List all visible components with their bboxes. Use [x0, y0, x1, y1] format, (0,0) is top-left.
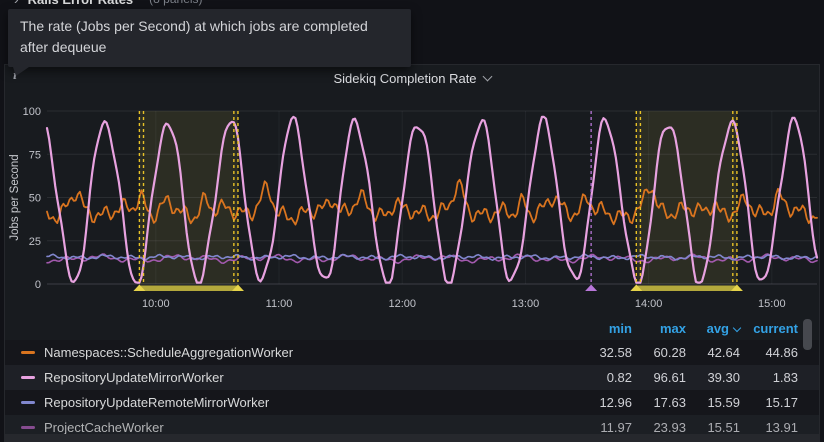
stat-avg: 15.51 — [686, 420, 740, 435]
stat-current: 44.86 — [740, 345, 798, 360]
legend-header-row: minmaxavgcurrent — [5, 317, 819, 340]
x-tick-label: 12:00 — [388, 298, 416, 310]
x-tick-label: 15:00 — [758, 298, 786, 310]
panel-description-tooltip: The rate (Jobs per Second) at which jobs… — [8, 9, 411, 67]
legend-rows: Namespaces::ScheduleAggregationWorker 32.… — [5, 340, 819, 440]
time-series-chart[interactable]: 0 25 50 75 100 10:00 11:00 12:00 13:00 14:00 15:00… — [5, 91, 819, 317]
legend-row[interactable]: Namespaces::ScheduleAggregationWorker 32.… — [5, 340, 819, 365]
row-expand-chevron-icon[interactable]: › — [14, 0, 19, 7]
legend-next-row-strip — [5, 434, 819, 441]
x-tick-label: 10:00 — [142, 298, 170, 310]
x-tick-label: 11:00 — [266, 298, 293, 310]
sidekiq-completion-rate-panel: i Sidekiq Completion Rate 0 25 50 75 100 10:0… — [4, 64, 820, 442]
x-tick-label: 13:00 — [512, 298, 540, 310]
stat-current: 13.91 — [740, 420, 798, 435]
panel-title[interactable]: Sidekiq Completion Rate — [333, 71, 476, 86]
series-name[interactable]: ProjectCacheWorker — [44, 420, 164, 435]
y-axis-title: Jobs per Second — [9, 154, 21, 240]
legend-column-header-min[interactable]: min — [578, 321, 632, 336]
stat-current: 15.17 — [740, 395, 798, 410]
legend-table: minmaxavgcurrent Namespaces::ScheduleAgg… — [5, 317, 819, 441]
legend-row[interactable]: RepositoryUpdateMirrorWorker 0.8296.6139.… — [5, 365, 819, 390]
y-tick-label: 25 — [29, 236, 41, 248]
legend-column-header-avg[interactable]: avg — [686, 321, 740, 336]
dashboard-row-panel-count: (8 panels) — [149, 0, 202, 6]
y-tick-label: 75 — [29, 149, 41, 161]
annotation-region-bar[interactable] — [139, 286, 238, 292]
stat-avg: 39.30 — [686, 370, 740, 385]
x-tick-label: 14:00 — [635, 298, 663, 310]
y-tick-label: 100 — [23, 106, 41, 118]
stat-min: 12.96 — [578, 395, 632, 410]
series-name[interactable]: RepositoryUpdateMirrorWorker — [44, 370, 224, 385]
series-name[interactable]: Namespaces::ScheduleAggregationWorker — [44, 345, 293, 360]
stat-min: 32.58 — [578, 345, 632, 360]
chevron-down-icon[interactable] — [482, 72, 492, 82]
legend-row[interactable]: RepositoryUpdateRemoteMirrorWorker12.961… — [5, 390, 819, 415]
annotation-marker-handle[interactable] — [585, 285, 597, 292]
series-name[interactable]: RepositoryUpdateRemoteMirrorWorker — [44, 395, 269, 410]
stat-max: 60.28 — [632, 345, 686, 360]
stat-max: 17.63 — [632, 395, 686, 410]
series-color-dash-icon[interactable] — [21, 401, 35, 404]
dashboard-row-header[interactable]: › Rails Error Rates (8 panels) — [14, 0, 203, 9]
grafana-dashboard: › Rails Error Rates (8 panels) The rate … — [0, 0, 824, 442]
stat-min: 0.82 — [578, 370, 632, 385]
panel-header[interactable]: i Sidekiq Completion Rate — [5, 65, 819, 91]
stat-max: 96.61 — [632, 370, 686, 385]
tooltip-arrow — [13, 67, 29, 76]
stat-avg: 15.59 — [686, 395, 740, 410]
y-tick-label: 0 — [35, 279, 41, 291]
legend-column-header-current[interactable]: current — [740, 321, 798, 336]
legend-column-header-max[interactable]: max — [632, 321, 686, 336]
dashboard-row-title[interactable]: Rails Error Rates — [28, 0, 134, 7]
series-color-dash-icon[interactable] — [21, 426, 35, 429]
y-tick-label: 50 — [29, 193, 41, 205]
stat-max: 23.93 — [632, 420, 686, 435]
stat-avg: 42.64 — [686, 345, 740, 360]
stat-min: 11.97 — [578, 420, 632, 435]
stat-current: 1.83 — [740, 370, 798, 385]
annotation-region-bar[interactable] — [636, 286, 737, 292]
series-color-dash-icon[interactable] — [21, 351, 35, 354]
tooltip-text: The rate (Jobs per Second) at which jobs… — [20, 18, 368, 55]
legend-scrollbar-thumb[interactable] — [803, 319, 812, 350]
series-color-dash-icon[interactable] — [21, 376, 35, 379]
